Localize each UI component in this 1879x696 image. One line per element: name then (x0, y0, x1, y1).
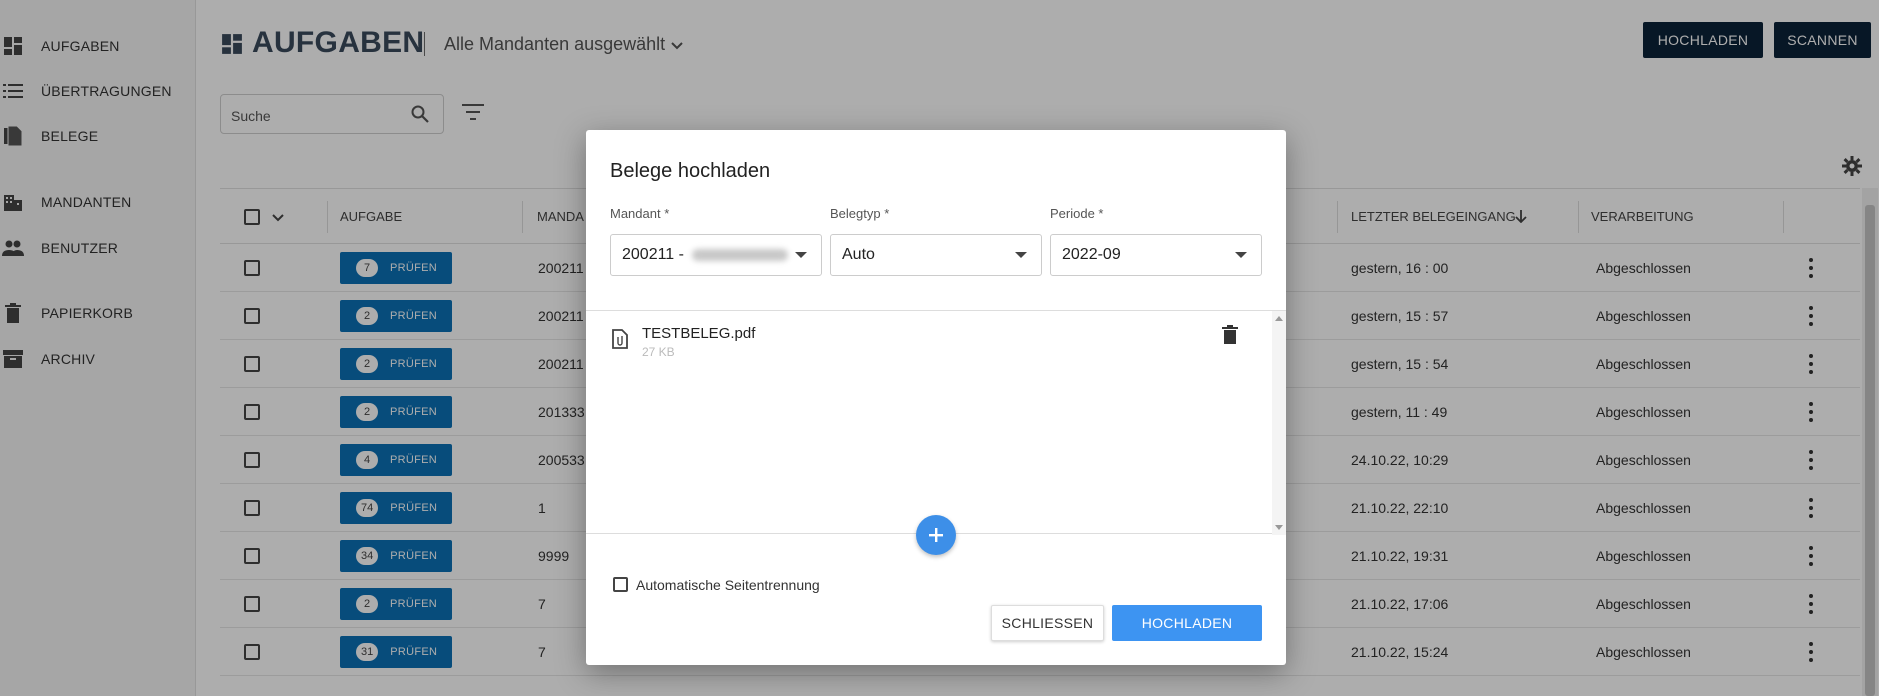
scroll-up-icon[interactable] (1275, 316, 1283, 321)
file-name: TESTBELEG.pdf (642, 325, 756, 342)
dialog-upload-button[interactable]: HOCHLADEN (1112, 605, 1262, 641)
periode-field-value: 2022-09 (1062, 246, 1121, 263)
file-list: TESTBELEG.pdf 27 KB (586, 310, 1286, 535)
scroll-down-icon[interactable] (1275, 525, 1283, 530)
caret-down-icon (1235, 252, 1247, 258)
plus-icon (929, 528, 943, 542)
mandant-select-box[interactable]: 200211 - (610, 234, 822, 276)
file-size: 27 KB (642, 345, 675, 359)
blurred-client-name (691, 249, 788, 261)
caret-down-icon (1015, 252, 1027, 258)
auto-split-checkbox[interactable] (613, 577, 628, 592)
delete-file-icon[interactable] (1222, 325, 1238, 348)
mandant-field-value: 200211 - (622, 246, 684, 263)
belegtyp-field-label: Belegtyp * (830, 206, 890, 221)
dialog-title: Belege hochladen (610, 160, 771, 182)
close-button[interactable]: SCHLIESSEN (991, 605, 1104, 641)
mandant-field-label: Mandant * (610, 206, 670, 221)
file-list-scrollbar[interactable] (1272, 311, 1286, 535)
auto-split-label[interactable]: Automatische Seitentrennung (636, 577, 820, 593)
periode-field-label: Periode * (1050, 206, 1104, 221)
upload-dialog: Belege hochladen Mandant * 200211 - Bele… (586, 130, 1286, 665)
attachment-file-icon (612, 329, 628, 352)
caret-down-icon (795, 252, 807, 258)
belegtyp-field-value: Auto (842, 246, 875, 263)
add-file-button[interactable] (916, 515, 956, 555)
periode-select-box[interactable]: 2022-09 (1050, 234, 1262, 276)
belegtyp-select-box[interactable]: Auto (830, 234, 1042, 276)
belegtyp-field[interactable]: Belegtyp * Auto (830, 206, 1042, 276)
mandant-field[interactable]: Mandant * 200211 - (610, 206, 822, 276)
periode-field[interactable]: Periode * 2022-09 (1050, 206, 1262, 276)
